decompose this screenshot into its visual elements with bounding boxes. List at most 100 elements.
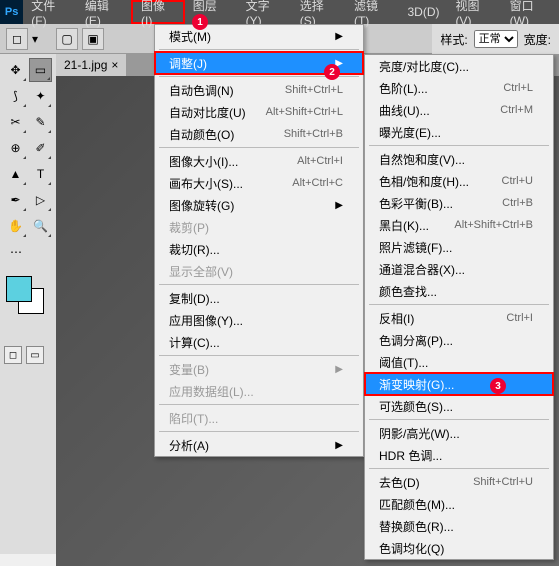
- type-tool-icon[interactable]: T: [29, 162, 52, 186]
- brush-tool-icon[interactable]: ✐: [29, 136, 52, 160]
- zoom-tool-icon[interactable]: 🔍: [29, 214, 52, 238]
- menu-item-label: 可选颜色(S)...: [379, 398, 453, 415]
- annotation-badge-1: 1: [192, 14, 208, 30]
- menu-文件[interactable]: 文件(F): [23, 0, 77, 24]
- menu-item[interactable]: 自然饱和度(V)...: [365, 148, 553, 170]
- menu-文字[interactable]: 文字(Y): [238, 0, 292, 24]
- menu-item-label: 显示全部(V): [169, 263, 233, 280]
- menu-item[interactable]: 阈值(T)...: [365, 351, 553, 373]
- menu-item-label: 自动对比度(U): [169, 104, 246, 121]
- menu-item[interactable]: 色调均化(Q): [365, 537, 553, 559]
- submenu-arrow-icon: ▶: [335, 31, 343, 42]
- menu-item[interactable]: 去色(D)Shift+Ctrl+U: [365, 471, 553, 493]
- menu-item[interactable]: 颜色查找...: [365, 280, 553, 302]
- menu-item-label: 色阶(L)...: [379, 80, 428, 97]
- menu-item-label: 模式(M): [169, 28, 211, 45]
- menu-item: 显示全部(V): [155, 260, 363, 282]
- menu-item[interactable]: 通道混合器(X)...: [365, 258, 553, 280]
- separator: [159, 404, 359, 405]
- menu-选择[interactable]: 选择(S): [292, 0, 346, 24]
- path-tool-icon[interactable]: ▷: [29, 188, 52, 212]
- adjustments-submenu: 亮度/对比度(C)...色阶(L)...Ctrl+L曲线(U)...Ctrl+M…: [364, 54, 554, 560]
- menu-item[interactable]: 色彩平衡(B)...Ctrl+B: [365, 192, 553, 214]
- menu-item[interactable]: 色相/饱和度(H)...Ctrl+U: [365, 170, 553, 192]
- menu-item[interactable]: 自动颜色(O) Shift+Ctrl+B: [155, 123, 363, 145]
- menu-item-label: 阴影/高光(W)...: [379, 425, 460, 442]
- quickmask-icon[interactable]: ◻: [4, 346, 22, 364]
- menu-item[interactable]: 自动对比度(U)Alt+Shift+Ctrl+L: [155, 101, 363, 123]
- menu-item[interactable]: 图像旋转(G)▶: [155, 194, 363, 216]
- screenmode-icon[interactable]: ▭: [26, 346, 44, 364]
- more-tools-icon[interactable]: ⋯: [4, 240, 28, 264]
- submenu-arrow-icon: ▶: [335, 200, 343, 211]
- submenu-arrow-icon: ▶: [335, 364, 343, 375]
- menu-item[interactable]: 复制(D)...: [155, 287, 363, 309]
- stamp-tool-icon[interactable]: ▲: [4, 162, 27, 186]
- document-tab[interactable]: 21-1.jpg ×: [56, 54, 126, 76]
- marquee-tool-icon[interactable]: ▭: [29, 58, 52, 82]
- menu-item-label: 替换颜色(R)...: [379, 518, 454, 535]
- menu-item[interactable]: 反相(I)Ctrl+I: [365, 307, 553, 329]
- menu-item[interactable]: 计算(C)...: [155, 331, 363, 353]
- menu-编辑[interactable]: 编辑(E): [77, 0, 131, 24]
- selection-new-icon[interactable]: ▢: [56, 28, 78, 50]
- lasso-tool-icon[interactable]: ⟆: [4, 84, 27, 108]
- menu-item-label: 自动颜色(O): [169, 126, 234, 143]
- menu-item[interactable]: 应用图像(Y)...: [155, 309, 363, 331]
- submenu-arrow-icon: ▶: [335, 440, 343, 451]
- shortcut: Alt+Ctrl+C: [292, 177, 343, 189]
- style-label: 样式:: [440, 31, 467, 48]
- heal-tool-icon[interactable]: ⊕: [4, 136, 27, 160]
- menubar: Ps 文件(F)编辑(E)图像(I)图层(L)文字(Y)选择(S)滤镜(T)3D…: [0, 0, 559, 24]
- fg-color-swatch[interactable]: [6, 276, 32, 302]
- menu-3D[interactable]: 3D(D): [400, 0, 448, 24]
- menu-item[interactable]: HDR 色调...: [365, 444, 553, 466]
- shortcut: Alt+Shift+Ctrl+B: [454, 219, 533, 231]
- menu-item[interactable]: 色阶(L)...Ctrl+L: [365, 77, 553, 99]
- menu-item-label: 图像大小(I)...: [169, 153, 238, 170]
- move-tool-icon[interactable]: ✥: [4, 58, 27, 82]
- menu-item[interactable]: 模式(M) ▶: [155, 25, 363, 47]
- wand-tool-icon[interactable]: ✦: [29, 84, 52, 108]
- menu-item[interactable]: 分析(A)▶: [155, 434, 363, 456]
- separator: [369, 419, 549, 420]
- menu-item-label: 渐变映射(G)...: [379, 376, 454, 393]
- menu-item[interactable]: 色调分离(P)...: [365, 329, 553, 351]
- style-panel: 样式: 正常 宽度:: [432, 24, 559, 54]
- menu-item[interactable]: 阴影/高光(W)...: [365, 422, 553, 444]
- eyedropper-tool-icon[interactable]: ✎: [29, 110, 52, 134]
- menu-item-label: 自动色调(N): [169, 82, 234, 99]
- separator: [159, 355, 359, 356]
- menu-item[interactable]: 图像大小(I)... Alt+Ctrl+I: [155, 150, 363, 172]
- menu-item[interactable]: 黑白(K)...Alt+Shift+Ctrl+B: [365, 214, 553, 236]
- shortcut: Alt+Ctrl+I: [297, 155, 343, 167]
- crop-tool-icon[interactable]: ✂: [4, 110, 27, 134]
- menu-item[interactable]: 匹配颜色(M)...: [365, 493, 553, 515]
- hand-tool-icon[interactable]: ✋: [4, 214, 27, 238]
- close-icon[interactable]: ×: [111, 58, 118, 72]
- menu-item[interactable]: 渐变映射(G)...: [365, 373, 553, 395]
- selection-add-icon[interactable]: ▣: [82, 28, 104, 50]
- image-menu-dropdown: 模式(M)▶调整(J)▶自动色调(N)Shift+Ctrl+L自动对比度(U)A…: [154, 24, 364, 457]
- menu-item[interactable]: 曝光度(E)...: [365, 121, 553, 143]
- menu-item: 变量(B)▶: [155, 358, 363, 380]
- style-select[interactable]: 正常: [474, 30, 518, 48]
- menu-item[interactable]: 画布大小(S)...Alt+Ctrl+C: [155, 172, 363, 194]
- menu-item: 陷印(T)...: [155, 407, 363, 429]
- menu-item[interactable]: 亮度/对比度(C)...: [365, 55, 553, 77]
- menu-item[interactable]: 曲线(U)...Ctrl+M: [365, 99, 553, 121]
- menu-滤镜[interactable]: 滤镜(T): [346, 0, 400, 24]
- menu-item[interactable]: 裁切(R)...: [155, 238, 363, 260]
- menu-item[interactable]: 照片滤镜(F)...: [365, 236, 553, 258]
- menu-窗口[interactable]: 窗口(W): [502, 0, 559, 24]
- menu-item-label: 调整(J): [169, 55, 207, 72]
- menu-item[interactable]: 替换颜色(R)...: [365, 515, 553, 537]
- menu-item[interactable]: 自动色调(N)Shift+Ctrl+L: [155, 79, 363, 101]
- menu-item[interactable]: 可选颜色(S)...: [365, 395, 553, 417]
- shortcut: Shift+Ctrl+B: [284, 128, 343, 140]
- menu-图像[interactable]: 图像(I): [131, 0, 185, 24]
- color-swatches[interactable]: [4, 274, 52, 314]
- menu-视图[interactable]: 视图(V): [448, 0, 502, 24]
- pen-tool-icon[interactable]: ✒: [4, 188, 27, 212]
- marquee-options-icon[interactable]: ◻: [6, 28, 28, 50]
